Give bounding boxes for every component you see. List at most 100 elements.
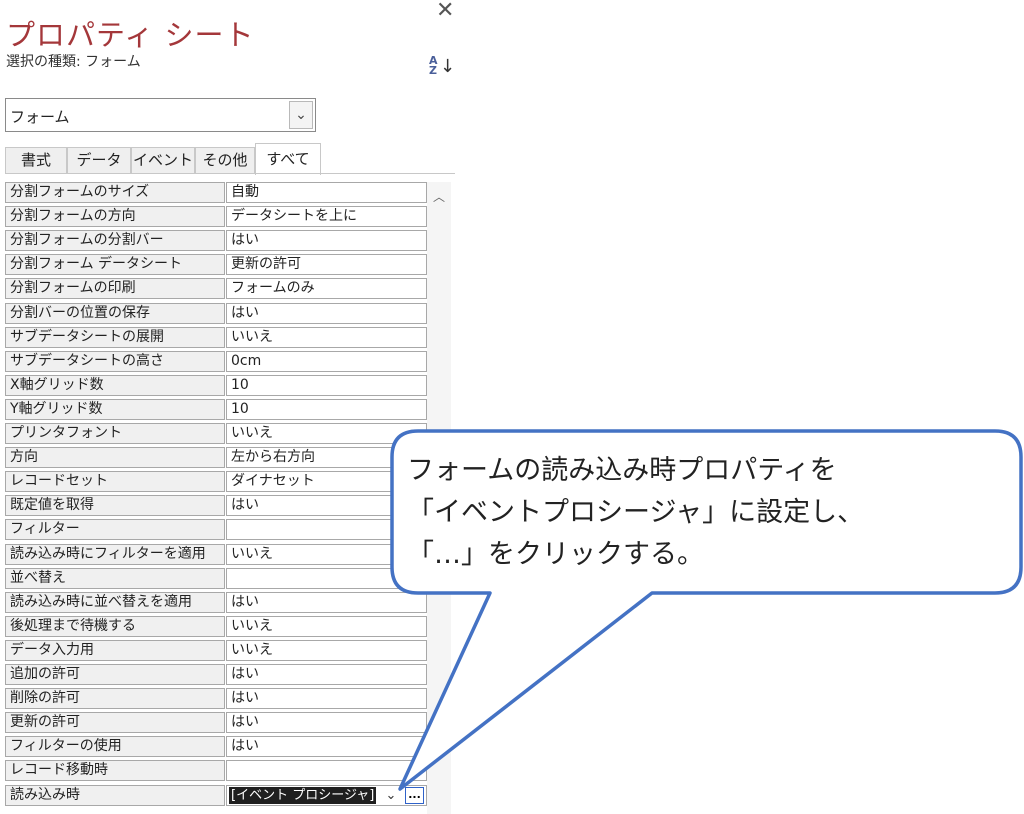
- builder-button[interactable]: ...: [405, 786, 424, 804]
- property-name: 読み込み時にフィルターを適用: [5, 543, 225, 565]
- property-name: 読み込み時: [5, 784, 225, 806]
- property-row[interactable]: 分割フォームのサイズ 自動: [5, 182, 427, 205]
- callout-line-2: 「イベントプロシージャ」に設定し、: [407, 497, 865, 528]
- property-name: フィルター: [5, 519, 225, 541]
- property-value[interactable]: [226, 760, 427, 782]
- property-value[interactable]: 10: [226, 374, 427, 396]
- property-row[interactable]: 方向 左から右方向: [5, 447, 427, 470]
- property-tabs: 書式 データ イベント その他 すべて: [5, 143, 455, 175]
- property-row[interactable]: 分割フォームの分割バー はい: [5, 230, 427, 253]
- property-row[interactable]: Y軸グリッド数 10: [5, 398, 427, 422]
- property-row[interactable]: 並べ替え: [5, 567, 427, 591]
- tab-event[interactable]: イベント: [131, 147, 195, 174]
- property-name: サブデータシートの高さ: [5, 350, 225, 372]
- property-name: 並べ替え: [5, 567, 225, 589]
- property-value[interactable]: フォームのみ: [226, 278, 427, 300]
- property-row[interactable]: 読み込み時に並べ替えを適用 はい: [5, 591, 427, 615]
- property-value[interactable]: いいえ: [226, 423, 427, 444]
- chevron-down-icon[interactable]: ⌄: [289, 101, 313, 129]
- property-name: プリンタフォント: [5, 423, 225, 444]
- property-row[interactable]: フィルターの使用 はい: [5, 736, 427, 759]
- property-row[interactable]: 分割フォームの印刷 フォームのみ: [5, 278, 427, 301]
- property-row[interactable]: 分割フォームの方向 データシートを上に: [5, 206, 427, 229]
- property-value[interactable]: 10: [226, 398, 427, 420]
- property-sheet: プロパティ シート ✕ 選択の種類: フォーム A Z ↓ フォーム ⌄ 書式 デー…: [0, 0, 455, 814]
- property-row[interactable]: サブデータシートの高さ 0cm: [5, 350, 427, 374]
- property-row[interactable]: X軸グリッド数 10: [5, 374, 427, 398]
- property-name: 更新の許可: [5, 712, 225, 734]
- property-value[interactable]: はい: [226, 712, 427, 734]
- property-value[interactable]: いいえ: [226, 543, 427, 565]
- callout-line-3: 「…」をクリックする。: [407, 539, 704, 570]
- property-value[interactable]: はい: [226, 230, 427, 252]
- property-name: フィルターの使用: [5, 736, 225, 758]
- tab-all[interactable]: すべて: [255, 143, 321, 175]
- az-sort-icon[interactable]: A Z ↓: [429, 55, 455, 80]
- property-name: 分割フォームのサイズ: [5, 182, 225, 203]
- property-name: データ入力用: [5, 639, 225, 661]
- property-value[interactable]: 自動: [226, 182, 427, 203]
- property-name: 分割フォームの分割バー: [5, 230, 225, 252]
- property-name: 削除の許可: [5, 688, 225, 710]
- property-row[interactable]: 分割バーの位置の保存 はい: [5, 302, 427, 326]
- property-row[interactable]: 削除の許可 はい: [5, 688, 427, 711]
- property-name: レコード移動時: [5, 760, 225, 782]
- tab-divider: [5, 173, 455, 174]
- property-row[interactable]: 読み込み時 [イベント プロシージャ] ⌄...: [5, 784, 427, 808]
- property-value[interactable]: はい: [226, 302, 427, 324]
- property-row[interactable]: 既定値を取得 はい: [5, 495, 427, 518]
- property-value[interactable]: いいえ: [226, 639, 427, 661]
- callout-line-1: フォームの読み込み時プロパティを: [407, 455, 837, 486]
- property-name: 追加の許可: [5, 664, 225, 685]
- property-value[interactable]: いいえ: [226, 615, 427, 637]
- property-value[interactable]: いいえ: [226, 326, 427, 348]
- property-name: X軸グリッド数: [5, 374, 225, 396]
- scroll-up-icon[interactable]: ︿: [427, 188, 451, 205]
- property-name: 分割フォーム データシート: [5, 254, 225, 276]
- property-value[interactable]: [226, 519, 427, 541]
- property-value[interactable]: 更新の許可: [226, 254, 427, 276]
- property-name: 分割フォームの方向: [5, 206, 225, 228]
- property-row[interactable]: サブデータシートの展開 いいえ: [5, 326, 427, 350]
- property-row[interactable]: 分割フォーム データシート 更新の許可: [5, 254, 427, 277]
- property-name: 方向: [5, 447, 225, 469]
- property-row[interactable]: フィルター: [5, 519, 427, 542]
- property-row[interactable]: 読み込み時にフィルターを適用 いいえ: [5, 543, 427, 567]
- tab-data[interactable]: データ: [67, 147, 131, 174]
- property-name: 分割フォームの印刷: [5, 278, 225, 300]
- close-icon[interactable]: ✕: [436, 0, 454, 22]
- callout-text: フォームの読み込み時プロパティを 「イベントプロシージャ」に設定し、 「…」をク…: [407, 450, 1007, 576]
- property-name: 後処理まで待機する: [5, 615, 225, 637]
- tab-other[interactable]: その他: [195, 147, 255, 174]
- property-value[interactable]: 0cm: [226, 350, 427, 372]
- property-name: サブデータシートの展開: [5, 326, 225, 348]
- property-row[interactable]: プリンタフォント いいえ: [5, 423, 427, 446]
- property-value[interactable]: はい: [226, 736, 427, 758]
- property-row[interactable]: データ入力用 いいえ: [5, 639, 427, 663]
- property-row[interactable]: 後処理まで待機する いいえ: [5, 615, 427, 639]
- property-name: Y軸グリッド数: [5, 398, 225, 420]
- property-name: 読み込み時に並べ替えを適用: [5, 591, 225, 613]
- object-selector-value: フォーム: [10, 108, 70, 126]
- property-name: レコードセット: [5, 471, 225, 493]
- property-row[interactable]: 追加の許可 はい: [5, 664, 427, 687]
- tab-format[interactable]: 書式: [5, 147, 67, 174]
- property-name: 既定値を取得: [5, 495, 225, 517]
- property-value[interactable]: はい: [226, 495, 427, 517]
- property-row[interactable]: 更新の許可 はい: [5, 712, 427, 735]
- selection-type-label: 選択の種類: フォーム: [6, 54, 141, 70]
- property-value[interactable]: ダイナセット: [226, 471, 427, 493]
- property-value[interactable]: はい: [226, 664, 427, 685]
- property-value[interactable]: はい: [226, 688, 427, 710]
- property-value[interactable]: 左から右方向: [226, 447, 427, 469]
- property-value[interactable]: [226, 567, 427, 589]
- event-procedure-value: [イベント プロシージャ]: [229, 786, 377, 804]
- property-sheet-title: プロパティ シート: [6, 18, 255, 52]
- property-row[interactable]: レコードセット ダイナセット: [5, 471, 427, 494]
- property-value[interactable]: はい: [226, 591, 427, 613]
- property-row[interactable]: レコード移動時: [5, 760, 427, 783]
- chevron-down-icon[interactable]: ⌄: [381, 786, 401, 805]
- property-name: 分割バーの位置の保存: [5, 302, 225, 324]
- object-selector-combo[interactable]: フォーム ⌄: [5, 98, 316, 132]
- property-value[interactable]: データシートを上に: [226, 206, 427, 228]
